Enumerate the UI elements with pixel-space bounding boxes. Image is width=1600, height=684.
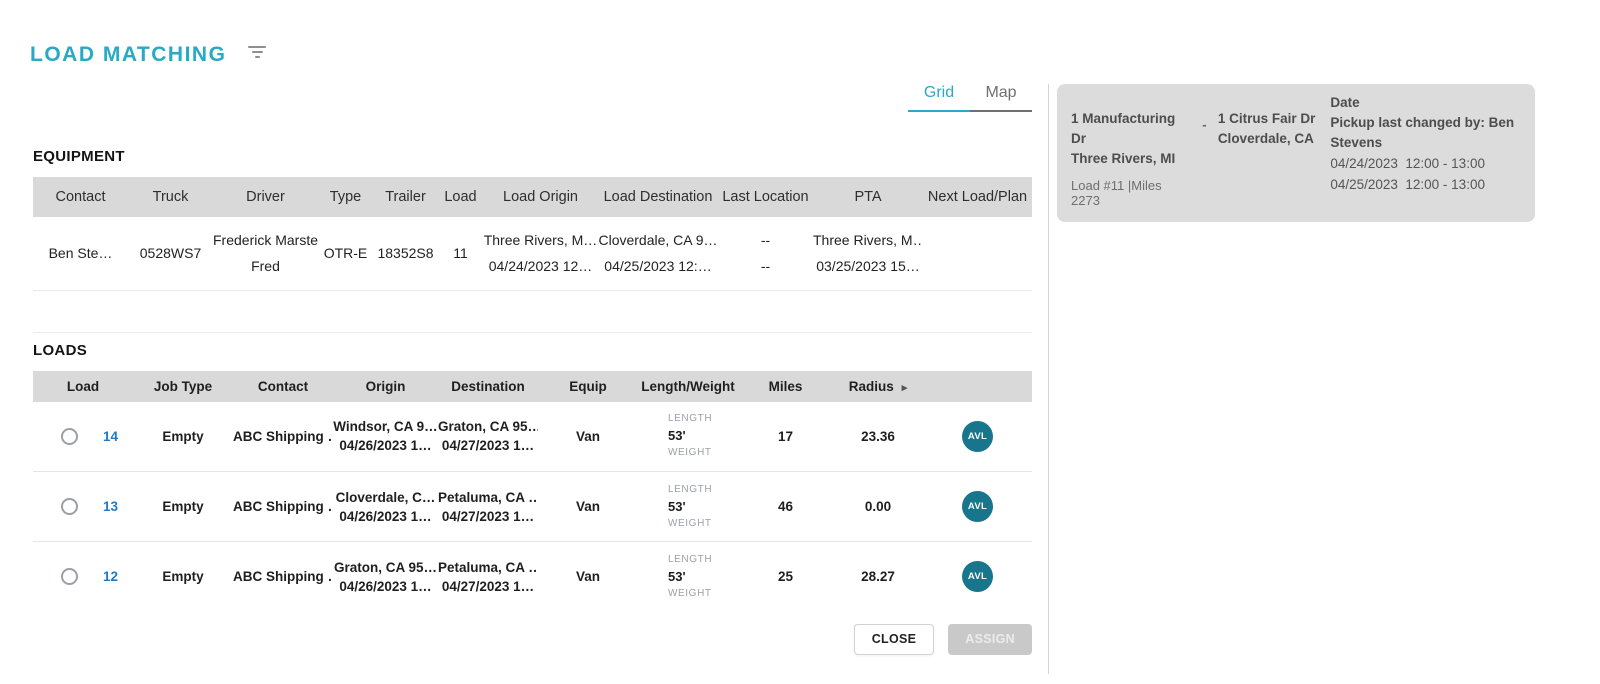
- col-loads-load: Load: [33, 370, 133, 402]
- equipment-load: 11: [438, 217, 483, 291]
- equipment-load-destination: Cloverdale, CA 9… 04/25/2023 12:…: [598, 217, 718, 291]
- load-row-12[interactable]: 12 Empty ABC Shipping … Graton, CA 95… 04…: [33, 541, 1032, 612]
- col-equip: Equip: [538, 370, 638, 402]
- page-title: LOAD MATCHING: [30, 43, 227, 66]
- app-header: LOAD MATCHING: [0, 0, 1600, 84]
- equipment-load-origin: Three Rivers, M… 04/24/2023 12…: [483, 217, 598, 291]
- avl-status-badge: AVL: [962, 491, 993, 522]
- load-detail-card[interactable]: 1 Manufacturing Dr Three Rivers, MI Load…: [1057, 84, 1535, 222]
- load-equip: Van: [575, 428, 600, 444]
- equipment-trailer: 18352S8: [373, 217, 438, 291]
- load-number-link[interactable]: 12: [103, 569, 118, 584]
- card-pickup-note: Pickup last changed by: Ben Stevens: [1330, 115, 1515, 150]
- col-job-type: Job Type: [133, 370, 233, 402]
- card-date-range-2: 04/25/2023 12:00 - 13:00: [1330, 177, 1485, 192]
- load-miles: 46: [738, 471, 833, 542]
- loads-section-title: LOADS: [33, 341, 87, 359]
- load-miles: 25: [738, 541, 833, 612]
- equipment-section-title: EQUIPMENT: [33, 148, 125, 165]
- filter-icon[interactable]: [248, 46, 267, 58]
- col-next-load-plan: Next Load/Plan: [923, 177, 1032, 217]
- load-radio[interactable]: [61, 498, 78, 515]
- tab-grid[interactable]: Grid: [908, 84, 970, 112]
- load-length-weight: LENGTH 53' WEIGHT: [638, 471, 738, 542]
- col-trailer: Trailer: [373, 177, 438, 217]
- col-load: Load: [438, 177, 483, 217]
- tab-map[interactable]: Map: [970, 84, 1032, 112]
- load-destination: Petaluma, CA … 04/27/2023 1…: [438, 471, 538, 542]
- load-radius: 23.36: [861, 428, 895, 444]
- load-radio[interactable]: [61, 427, 78, 445]
- load-row-13[interactable]: 13 Empty ABC Shipping … Cloverdale, C… 04…: [33, 471, 1032, 542]
- col-loads-contact: Contact: [233, 370, 333, 402]
- close-button[interactable]: CLOSE: [853, 623, 935, 655]
- load-row-14[interactable]: 14 Empty ABC Shipping … Windsor, CA 9… 04…: [33, 402, 1032, 472]
- equipment-type: OTR-E: [318, 217, 373, 291]
- card-date-label: Date: [1330, 95, 1360, 110]
- load-number-link[interactable]: 13: [103, 499, 118, 514]
- load-radio[interactable]: [61, 568, 78, 586]
- equipment-empty-row: [33, 291, 1032, 333]
- equipment-next-load-plan: [923, 217, 1032, 291]
- load-miles: 17: [777, 428, 794, 444]
- load-origin: Cloverdale, C… 04/26/2023 1…: [333, 471, 438, 542]
- load-equip: Van: [538, 541, 638, 612]
- col-origin: Origin: [333, 370, 438, 402]
- equipment-row[interactable]: Ben Ste… 0528WS7 Frederick Marste Fred O…: [33, 217, 1032, 291]
- load-radius: 28.27: [833, 541, 923, 612]
- col-pta: PTA: [813, 177, 923, 217]
- col-radius[interactable]: Radius ▸: [833, 370, 923, 402]
- load-origin: Graton, CA 95… 04/26/2023 1…: [333, 541, 438, 612]
- load-job-type: Empty: [133, 541, 233, 612]
- equipment-last-location: -- --: [718, 217, 813, 291]
- footer-actions: CLOSE ASSIGN: [33, 623, 1032, 655]
- col-length-weight: Length/Weight: [638, 370, 738, 402]
- load-origin: Windsor, CA 9… 04/26/2023 1…: [333, 419, 438, 454]
- col-contact: Contact: [33, 177, 128, 217]
- card-route-separator: -: [1202, 117, 1207, 132]
- col-destination: Destination: [438, 370, 538, 402]
- loads-table: Load Job Type Contact Origin Destination…: [33, 370, 1032, 612]
- load-contact: ABC Shipping …: [233, 541, 333, 612]
- card-date-range-1: 04/24/2023 12:00 - 13:00: [1330, 156, 1485, 171]
- col-load-destination: Load Destination: [598, 177, 718, 217]
- load-number-link[interactable]: 14: [103, 429, 118, 444]
- detail-panel: 1 Manufacturing Dr Three Rivers, MI Load…: [1048, 84, 1600, 674]
- load-radius: 0.00: [833, 471, 923, 542]
- equipment-pta: Three Rivers, M… 03/25/2023 15…: [813, 217, 923, 291]
- assign-button[interactable]: ASSIGN: [948, 623, 1032, 655]
- load-destination: Petaluma, CA … 04/27/2023 1…: [438, 541, 538, 612]
- load-destination: Graton, CA 95… 04/27/2023 1…: [438, 419, 538, 454]
- load-contact: ABC Shipping …: [233, 471, 333, 542]
- col-driver: Driver: [213, 177, 318, 217]
- avl-status-badge: AVL: [962, 420, 993, 452]
- equipment-table: Contact Truck Driver Type Trailer Load L…: [33, 177, 1032, 291]
- equipment-header-row: Contact Truck Driver Type Trailer Load L…: [33, 177, 1032, 217]
- content: Grid Map EQUIPMENT Contact Truck Driver …: [0, 84, 1600, 674]
- equipment-truck: 0528WS7: [128, 217, 213, 291]
- col-badge: [923, 370, 1032, 402]
- avl-status-badge: AVL: [962, 561, 993, 593]
- card-load-miles: Load #11 |Miles 2273: [1071, 178, 1162, 208]
- col-load-origin: Load Origin: [483, 177, 598, 217]
- load-length-weight: LENGTH 53' WEIGHT: [638, 541, 738, 612]
- loads-header-row: Load Job Type Contact Origin Destination…: [33, 370, 1032, 402]
- load-length-weight: LENGTH 53' WEIGHT: [668, 413, 713, 459]
- card-date-column: Date Pickup last changed by: Ben Stevens…: [1330, 93, 1521, 208]
- load-contact: ABC Shipping …: [233, 428, 333, 444]
- load-equip: Van: [538, 471, 638, 542]
- radius-expand-icon[interactable]: ▸: [902, 382, 908, 394]
- col-miles: Miles: [738, 370, 833, 402]
- equipment-driver: Frederick Marste Fred: [213, 217, 318, 291]
- load-job-type: Empty: [133, 471, 233, 542]
- card-destination-address: 1 Citrus Fair Dr Cloverdale, CA: [1217, 111, 1316, 146]
- equipment-contact: Ben Ste…: [33, 217, 128, 291]
- col-truck: Truck: [128, 177, 213, 217]
- card-origin-address: 1 Manufacturing Dr Three Rivers, MI Load…: [1071, 93, 1191, 208]
- col-last-location: Last Location: [718, 177, 813, 217]
- main-panel: Grid Map EQUIPMENT Contact Truck Driver …: [0, 84, 1048, 674]
- view-tabs: Grid Map: [33, 84, 1032, 112]
- col-type: Type: [318, 177, 373, 217]
- load-job-type: Empty: [162, 428, 204, 444]
